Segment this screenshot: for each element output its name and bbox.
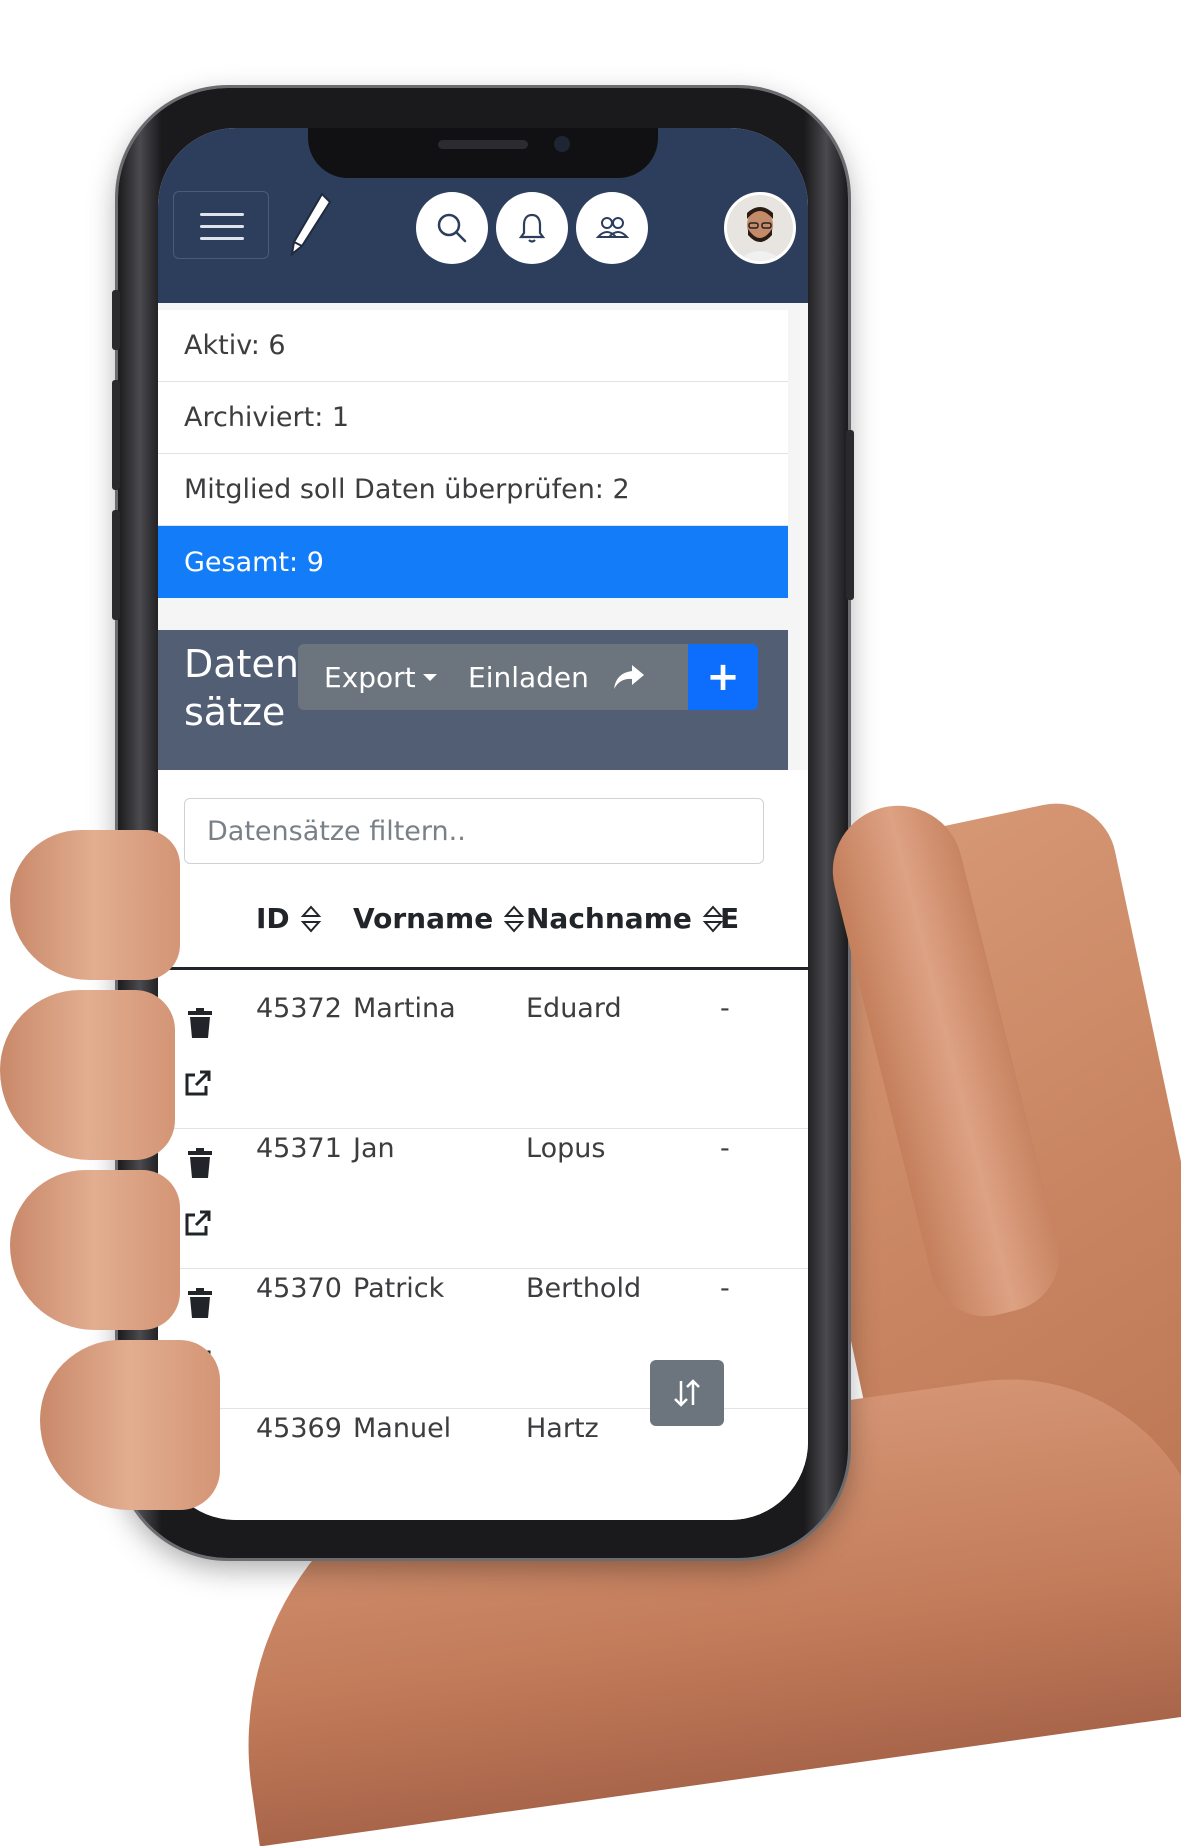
column-label: E — [720, 902, 740, 935]
status-item-archiviert[interactable]: Archiviert: 1 — [158, 382, 788, 454]
avatar[interactable] — [724, 192, 796, 264]
notch — [308, 128, 658, 178]
cell-vorname: Patrick — [353, 1273, 445, 1304]
add-button[interactable]: + — [688, 644, 758, 710]
cell-id: 45371 — [256, 1133, 342, 1164]
external-link-icon[interactable] — [182, 1069, 212, 1099]
hand-finger — [0, 990, 175, 1160]
hand-finger — [40, 1340, 220, 1510]
cell-nachname: Eduard — [526, 993, 622, 1024]
status-list: Aktiv: 6 Archiviert: 1 Mitglied soll Dat… — [158, 310, 788, 598]
caret-down-icon — [422, 674, 437, 681]
action-button-group: Export Einladen + — [298, 644, 758, 710]
menu-button[interactable] — [173, 191, 269, 259]
invite-label: Einladen — [468, 660, 589, 694]
status-item-pruefen[interactable]: Mitglied soll Daten überprüfen: 2 — [158, 454, 788, 526]
hamburger-icon-line — [200, 225, 244, 228]
cell-id: 45372 — [256, 993, 342, 1024]
cell-vorname: Jan — [353, 1133, 395, 1164]
export-dropdown[interactable]: Export — [298, 644, 448, 710]
cell-vorname: Manuel — [353, 1413, 452, 1444]
column-header-nachname[interactable]: Nachname — [526, 902, 724, 935]
column-header-e[interactable]: E — [720, 902, 739, 935]
datasets-header: Daten sätze Export Einladen + — [158, 630, 788, 770]
trash-icon[interactable] — [186, 1007, 214, 1039]
trash-icon[interactable] — [186, 1147, 214, 1179]
cell-extra: - — [720, 993, 730, 1024]
sort-toggle-button[interactable] — [650, 1360, 724, 1426]
table-header: ID Vorname Nachname E — [158, 880, 808, 970]
notifications-button[interactable] — [496, 192, 568, 264]
phone-button — [112, 380, 120, 490]
cell-id: 45370 — [256, 1273, 342, 1304]
phone-button — [112, 510, 120, 620]
share-button[interactable] — [598, 644, 668, 710]
hand-finger — [10, 830, 180, 980]
pen-icon[interactable] — [286, 190, 336, 260]
trash-icon[interactable] — [186, 1287, 214, 1319]
filter-input[interactable] — [184, 798, 764, 864]
speaker — [438, 140, 528, 149]
column-header-vorname[interactable]: Vorname — [353, 902, 525, 935]
status-item-aktiv[interactable]: Aktiv: 6 — [158, 310, 788, 382]
plus-icon: + — [706, 654, 740, 700]
status-item-gesamt[interactable]: Gesamt: 9 — [158, 526, 788, 598]
search-button[interactable] — [416, 192, 488, 264]
share-icon — [614, 665, 644, 689]
cell-extra: - — [720, 1133, 730, 1164]
column-label: ID — [256, 902, 290, 935]
table-row: 45372 Martina Eduard - — [158, 973, 808, 1129]
cell-nachname: Hartz — [526, 1413, 599, 1444]
datasets-content: ID Vorname Nachname — [158, 770, 808, 1520]
users-button[interactable] — [576, 192, 648, 264]
phone-button — [112, 290, 120, 350]
search-icon — [437, 213, 467, 243]
cell-vorname: Martina — [353, 993, 456, 1024]
users-icon — [595, 217, 629, 238]
column-label: Vorname — [353, 902, 494, 935]
phone-button — [846, 430, 854, 600]
cell-id: 45369 — [256, 1413, 342, 1444]
hamburger-icon-line — [200, 237, 244, 240]
phone-screen: Aktiv: 6 Archiviert: 1 Mitglied soll Dat… — [158, 128, 808, 1520]
sort-icon — [300, 904, 321, 933]
table-row: 45371 Jan Lopus - — [158, 1113, 808, 1269]
swap-vertical-icon — [674, 1379, 700, 1407]
page-title-line1: Daten — [184, 642, 299, 686]
camera — [554, 136, 570, 152]
invite-button[interactable]: Einladen — [448, 644, 598, 710]
export-label: Export — [324, 660, 416, 694]
sort-icon — [503, 904, 525, 933]
cell-nachname: Berthold — [526, 1273, 642, 1304]
hamburger-icon — [200, 213, 244, 216]
column-label: Nachname — [526, 902, 692, 935]
page-title: Daten sätze — [184, 640, 304, 736]
page-title-line2: sätze — [184, 690, 286, 734]
bell-icon — [518, 213, 546, 243]
cell-extra: - — [720, 1273, 730, 1304]
cell-nachname: Lopus — [526, 1133, 606, 1164]
hand-finger — [10, 1170, 180, 1330]
column-header-id[interactable]: ID — [256, 902, 322, 935]
avatar-image — [727, 195, 793, 261]
external-link-icon[interactable] — [182, 1209, 212, 1239]
